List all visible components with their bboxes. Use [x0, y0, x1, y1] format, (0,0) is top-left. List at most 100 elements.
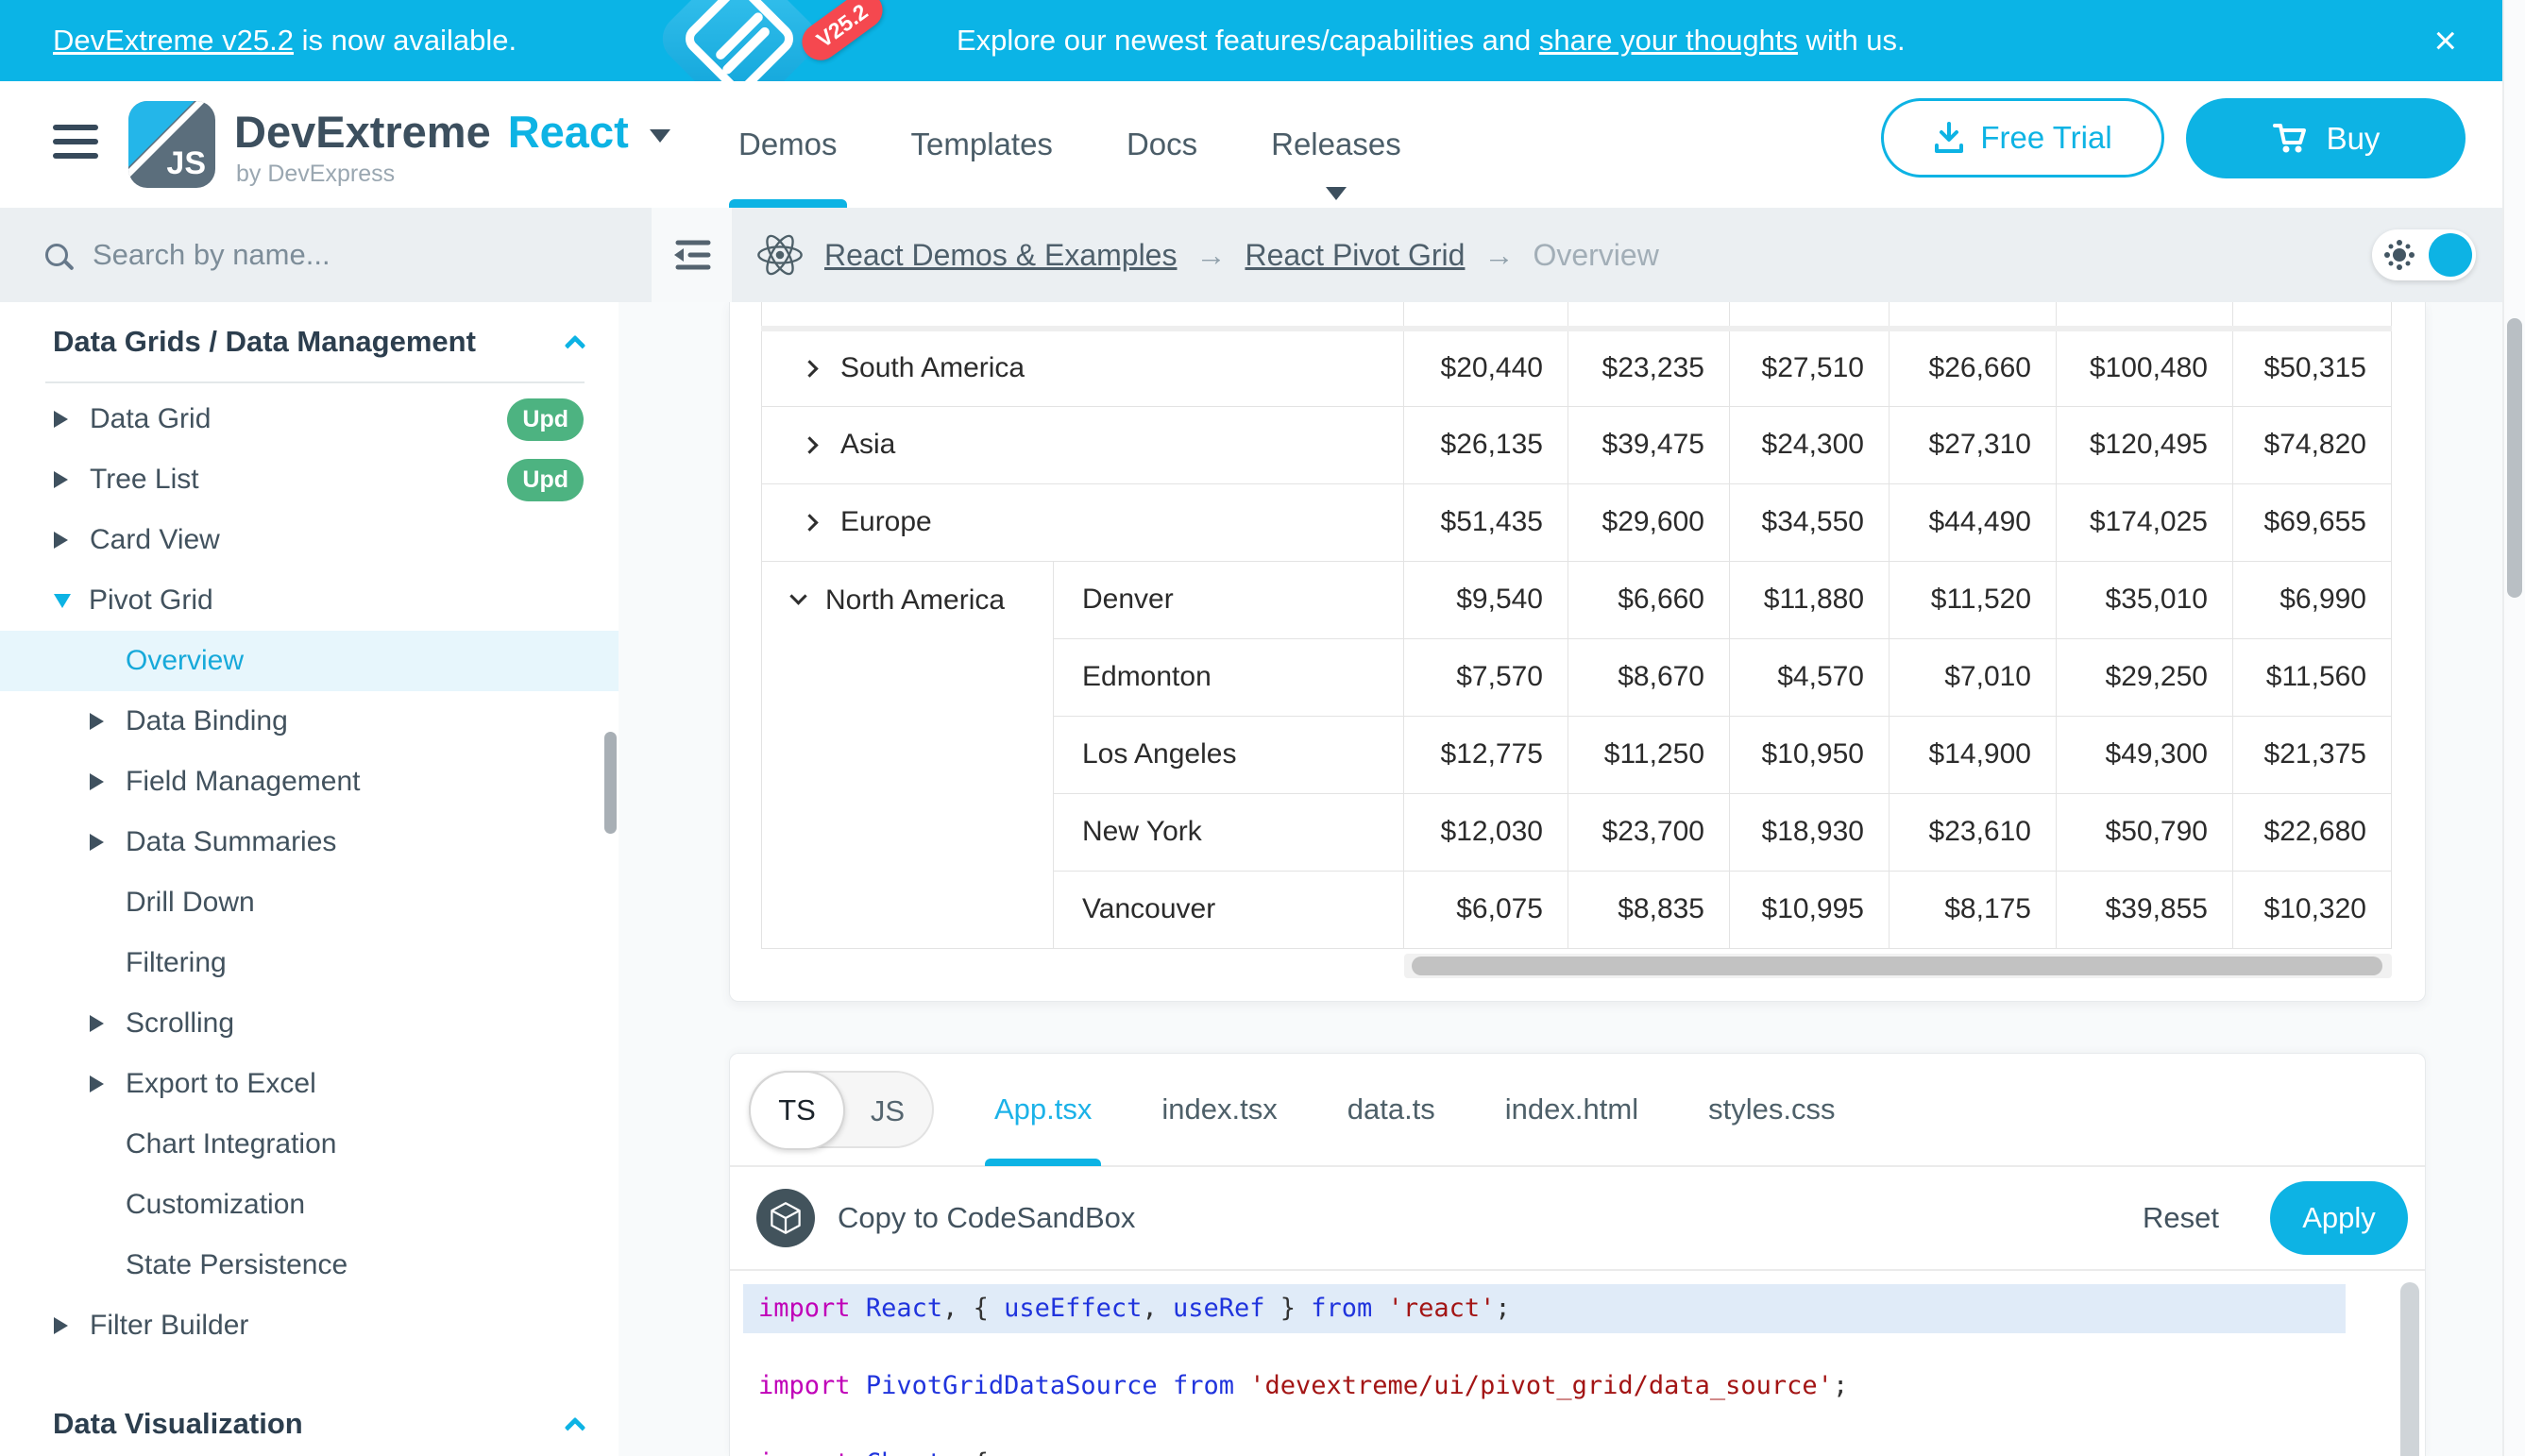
pivot-grid: South America$20,440$23,235$27,510$26,66… — [761, 302, 2392, 949]
devextreme-js-logo[interactable]: JS — [128, 101, 215, 188]
pivot-row-header-europe[interactable]: Europe — [762, 483, 1404, 561]
sun-icon — [2393, 248, 2406, 262]
sidebar-item-label: Data Grid — [90, 403, 211, 435]
code-scrollbar-thumb[interactable] — [2400, 1282, 2419, 1456]
sidebar-item-label: Filter Builder — [90, 1310, 248, 1342]
sidebar-item-label: Card View — [90, 524, 220, 556]
pivot-value-cell: $11,520 — [1890, 561, 2057, 638]
pivot-value-cell: $11,560 — [2233, 638, 2392, 716]
apply-button[interactable]: Apply — [2270, 1181, 2408, 1255]
sidebar-item-filtering[interactable]: Filtering — [0, 933, 619, 993]
share-thoughts-link[interactable]: share your thoughts — [1539, 24, 1798, 58]
search-input[interactable]: Search by name... — [0, 208, 652, 302]
sidebar-item-field-management[interactable]: Field Management — [0, 752, 619, 812]
close-icon[interactable]: × — [2433, 0, 2457, 81]
pivot-value-cell: $6,660 — [1568, 561, 1730, 638]
pivot-value-cell: $12,775 — [1404, 716, 1568, 793]
pivot-row-header-north-america[interactable]: North America — [762, 561, 1054, 948]
collapse-sidebar-icon[interactable] — [670, 238, 714, 272]
main-nav: Demos Templates Docs Releases — [738, 81, 1401, 208]
code-tabs-row: TS JS App.tsx index.tsx data.ts index.html s… — [730, 1054, 2425, 1167]
chevron-right-icon — [801, 360, 818, 377]
nav-item-label: Docs — [1127, 127, 1197, 162]
sidebar-item-state-persistence[interactable]: State Persistence — [0, 1235, 619, 1295]
reset-button[interactable]: Reset — [2143, 1201, 2219, 1235]
pivot-value-cell: $29,250 — [2057, 638, 2233, 716]
triangle-right-icon — [90, 834, 104, 851]
sidebar-item-data-grid[interactable]: Data GridUpd — [0, 389, 619, 449]
sidebar-item-customization[interactable]: Customization — [0, 1175, 619, 1235]
language-option-ts[interactable]: TS — [749, 1071, 845, 1150]
sidebar-item-drill-down[interactable]: Drill Down — [0, 872, 619, 933]
sidebar-scrollbar-thumb[interactable] — [604, 732, 617, 834]
pivot-value-cell: $69,655 — [2233, 483, 2392, 561]
scrollbar-thumb[interactable] — [1412, 957, 2382, 975]
language-option-js[interactable]: JS — [843, 1073, 932, 1150]
pivot-value-cell: $8,670 — [1568, 638, 1730, 716]
pivot-value-cell: $49,300 — [2057, 716, 2233, 793]
pivot-value-cell: $18,930 — [1730, 793, 1890, 871]
copy-to-codesandbox-link[interactable]: Copy to CodeSandBox — [838, 1201, 1135, 1235]
sidebar-item-tree-list[interactable]: Tree ListUpd — [0, 449, 619, 510]
sidebar-item-label: Filtering — [126, 947, 227, 979]
chevron-down-icon — [1326, 187, 1347, 200]
sidebar-item-overview[interactable]: Overview — [0, 631, 619, 691]
triangle-right-icon — [54, 1317, 68, 1334]
sidebar-section-data-grids-data-management[interactable]: Data Grids / Data Management — [0, 312, 619, 372]
pivot-value-cell: $23,700 — [1568, 793, 1730, 871]
breadcrumb-link-react-demos-examples[interactable]: React Demos & Examples — [824, 238, 1177, 273]
code-tab-index-tsx[interactable]: index.tsx — [1161, 1053, 1277, 1166]
pivot-value-cell: $11,250 — [1568, 716, 1730, 793]
banner-promo: Explore our newest features/capabilities… — [957, 0, 1906, 81]
nav-item-docs[interactable]: Docs — [1127, 81, 1197, 208]
free-trial-button[interactable]: Free Trial — [1881, 98, 2164, 178]
section-label: Data Grids / Data Management — [53, 325, 476, 359]
framework-selector[interactable]: React — [508, 106, 629, 158]
pivot-value-cell: $23,235 — [1568, 329, 1730, 406]
sidebar-item-pivot-grid[interactable]: Pivot Grid — [0, 570, 619, 631]
pivot-row-header-asia[interactable]: Asia — [762, 406, 1404, 483]
buy-button[interactable]: Buy — [2186, 98, 2466, 178]
nav-item-releases[interactable]: Releases — [1271, 81, 1401, 208]
menu-icon[interactable] — [53, 125, 98, 167]
pivot-value-cell: $12,030 — [1404, 793, 1568, 871]
sidebar-item-data-summaries[interactable]: Data Summaries — [0, 812, 619, 872]
code-tab-styles-css[interactable]: styles.css — [1708, 1053, 1835, 1166]
sidebar-item-data-binding[interactable]: Data Binding — [0, 691, 619, 752]
pivot-value-cell: $44,490 — [1890, 483, 2057, 561]
nav-item-demos[interactable]: Demos — [738, 81, 838, 208]
code-editor[interactable]: import React, { useEffect, useRef } from… — [730, 1271, 2425, 1455]
codesandbox-row: Copy to CodeSandBox Reset Apply — [730, 1167, 2425, 1271]
row-label: South America — [840, 352, 1025, 384]
sidebar-item-card-view[interactable]: Card View — [0, 510, 619, 570]
pivot-row-header-south-america[interactable]: South America — [762, 329, 1404, 406]
language-toggle[interactable]: TS JS — [749, 1071, 934, 1148]
pivot-value-cell: $100,480 — [2057, 329, 2233, 406]
theme-toggle[interactable] — [2372, 229, 2476, 280]
pivot-partial-cell — [1890, 302, 2057, 329]
breadcrumb-arrow: → — [1195, 238, 1226, 273]
code-tab-data-ts[interactable]: data.ts — [1347, 1053, 1435, 1166]
sidebar-section-data-visualization[interactable]: Data Visualization — [0, 1394, 619, 1454]
code-tab-app-tsx[interactable]: App.tsx — [994, 1053, 1092, 1166]
sidebar-item-scrolling[interactable]: Scrolling — [0, 993, 619, 1054]
codesandbox-icon[interactable] — [756, 1189, 815, 1247]
pivot-value-cell: $74,820 — [2233, 406, 2392, 483]
chevron-right-icon — [801, 514, 818, 531]
sidebar-item-export-to-excel[interactable]: Export to Excel — [0, 1054, 619, 1114]
triangle-down-icon — [54, 594, 71, 608]
code-line: import PivotGridDataSource from 'devextr… — [730, 1362, 2425, 1411]
nav-item-label: Templates — [911, 127, 1053, 162]
breadcrumb-link-react-pivot-grid[interactable]: React Pivot Grid — [1245, 238, 1465, 273]
triangle-right-icon — [90, 773, 104, 790]
code-tab-index-html[interactable]: index.html — [1505, 1053, 1638, 1166]
pivot-value-cell: $27,510 — [1730, 329, 1890, 406]
page-scrollbar-thumb[interactable] — [2507, 318, 2522, 598]
pivot-value-cell: $29,600 — [1568, 483, 1730, 561]
version-link[interactable]: DevExtreme v25.2 — [53, 24, 294, 58]
sidebar-item-chart-integration[interactable]: Chart Integration — [0, 1114, 619, 1175]
row-label: North America — [825, 584, 1005, 617]
sidebar-item-filter-builder[interactable]: Filter Builder — [0, 1295, 619, 1356]
breadcrumb-current: Overview — [1533, 238, 1658, 273]
nav-item-templates[interactable]: Templates — [911, 81, 1053, 208]
